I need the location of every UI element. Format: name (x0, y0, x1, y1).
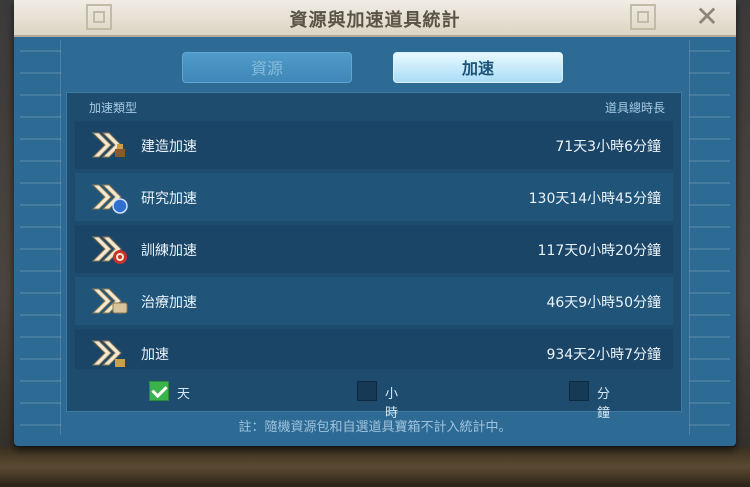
close-icon[interactable]: ✕ (692, 2, 722, 32)
column-header-total: 道具總時長 (604, 101, 665, 115)
list-item: 訓練加速 117天0小時20分鐘 (75, 225, 673, 273)
dialog-titlebar: 資源與加速道具統計 ✕ (14, 0, 736, 37)
list-item: 建造加速 71天3小時6分鐘 (75, 121, 673, 169)
background-bottom (0, 447, 750, 487)
training-speedup-icon (91, 236, 127, 264)
speedup-name: 訓練加速 (141, 243, 197, 259)
speedup-name: 建造加速 (141, 139, 197, 155)
speedup-name: 研究加速 (141, 191, 197, 207)
footnote: 註：隨機資源包和自選道具寶箱不計入統計中。 (238, 420, 512, 435)
list-item: 加速 934天2小時7分鐘 (75, 329, 673, 369)
research-speedup-icon (91, 184, 128, 214)
list-item: 治療加速 46天9小時50分鐘 (75, 277, 673, 325)
background-right (736, 0, 750, 487)
speedup-name: 加速 (141, 347, 169, 363)
speedup-list[interactable]: 建造加速 71天3小時6分鐘 研究加速 130天14小時45分鐘 訓練加速 11… (75, 121, 673, 369)
border-pattern-right (689, 40, 730, 435)
title-ornament-right (630, 4, 656, 30)
speedup-panel: 加速類型 道具總時長 建造加速 71天3小時6分鐘 研究加速 130天14小時4… (66, 92, 682, 421)
checkbox-day[interactable] (149, 381, 169, 401)
tab-speedup[interactable]: 加速 (393, 52, 563, 83)
speedup-total: 117天0小時20分鐘 (537, 243, 661, 259)
dialog-title: 資源與加速道具統計 (289, 10, 461, 31)
healing-speedup-icon (91, 288, 128, 314)
speedup-total: 46天9小時50分鐘 (546, 295, 661, 311)
background-left (0, 0, 14, 487)
speedup-name: 治療加速 (141, 295, 197, 311)
checkbox-day-label: 天 (177, 387, 191, 402)
border-pattern-left (20, 40, 61, 435)
list-item: 研究加速 130天14小時45分鐘 (75, 173, 673, 221)
column-header-type: 加速類型 (89, 101, 138, 115)
tab-resources[interactable]: 資源 (182, 52, 352, 83)
checkbox-minute[interactable] (569, 381, 589, 401)
universal-speedup-icon (91, 340, 125, 367)
speedup-total: 934天2小時7分鐘 (546, 347, 661, 363)
speedup-total: 71天3小時6分鐘 (555, 139, 661, 155)
build-speedup-icon (91, 132, 125, 158)
speedup-total: 130天14小時45分鐘 (528, 191, 661, 207)
checkbox-hour[interactable] (357, 381, 377, 401)
statistics-dialog: 資源與加速道具統計 ✕ 資源 加速 加速類型 道具總時長 建造加速 71天3小時… (14, 0, 736, 446)
